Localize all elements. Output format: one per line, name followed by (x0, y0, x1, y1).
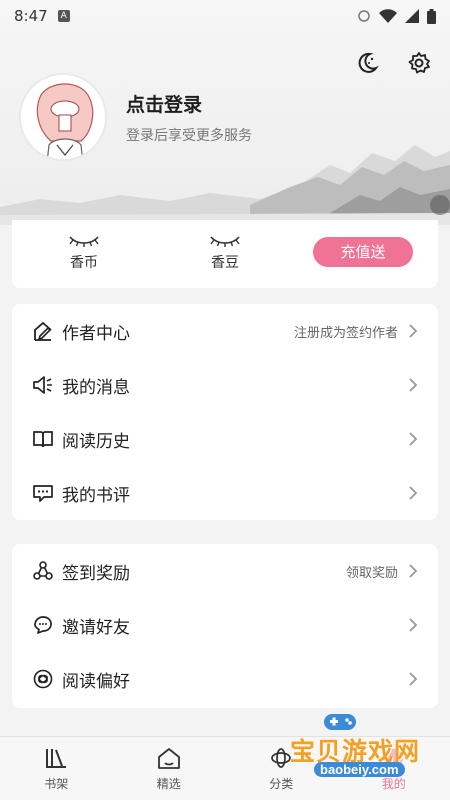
notification-app-icon: A (57, 10, 70, 22)
menu-item-reading-preference[interactable]: 阅读偏好 (12, 652, 438, 706)
closed-eye-icon (210, 236, 240, 247)
menu-label: 作者中心 (62, 323, 130, 344)
book-icon (32, 428, 54, 450)
nav-label: 书架 (44, 777, 69, 791)
settings-button[interactable] (406, 50, 432, 76)
nav-featured[interactable]: 精选 (113, 737, 226, 800)
nav-label: 精选 (156, 777, 181, 791)
chevron-right-icon (409, 378, 418, 392)
menu-item-reading-history[interactable]: 阅读历史 (12, 412, 438, 466)
category-icon (267, 745, 295, 771)
recharge-button[interactable]: 充值送 (313, 237, 413, 267)
bookshelf-icon (42, 745, 70, 771)
nav-label: 分类 (269, 777, 294, 791)
menu-card-secondary: 签到奖励 领取奖励 邀请好友 阅读偏好 (12, 544, 438, 708)
wifi-icon (379, 9, 397, 23)
nav-category[interactable]: 分类 (225, 737, 338, 800)
login-subtitle: 登录后享受更多服务 (126, 128, 252, 144)
menu-item-author-center[interactable]: 作者中心 注册成为签约作者 (12, 304, 438, 358)
bottom-navigation: 书架 精选 分类 我的 (0, 736, 450, 800)
chevron-right-icon (409, 564, 418, 578)
chevron-right-icon (409, 432, 418, 446)
coin-label: 香币 (70, 255, 98, 271)
closed-eye-icon (69, 236, 99, 247)
menu-item-my-reviews[interactable]: 我的书评 (12, 466, 438, 520)
status-bar: 8:47 A (0, 0, 450, 32)
bean-balance[interactable]: 香豆 (195, 234, 255, 272)
target-icon (32, 668, 54, 690)
chevron-right-icon (409, 324, 418, 338)
menu-label: 邀请好友 (62, 617, 130, 638)
menu-item-invite-friends[interactable]: 邀请好友 (12, 598, 438, 652)
home-icon (155, 745, 183, 771)
signal-dots-icon (358, 10, 370, 22)
speaker-icon (32, 374, 54, 396)
menu-label: 阅读偏好 (62, 671, 130, 692)
profile-header: 点击登录 登录后享受更多服务 (0, 0, 450, 225)
profile-icon (380, 745, 408, 771)
chat-bubbles-icon (32, 614, 54, 636)
gamepad-logo-icon (324, 714, 356, 730)
login-title[interactable]: 点击登录 (126, 90, 202, 117)
menu-label: 我的书评 (62, 485, 130, 506)
chevron-right-icon (409, 486, 418, 500)
bean-label: 香豆 (211, 255, 239, 271)
gear-icon (408, 52, 430, 74)
nav-label: 我的 (381, 777, 406, 791)
nodes-icon (32, 560, 54, 582)
currency-card: 香币 香豆 充值送 (12, 220, 438, 288)
menu-label: 我的消息 (62, 377, 130, 398)
nav-bookshelf[interactable]: 书架 (0, 737, 113, 800)
menu-card-primary: 作者中心 注册成为签约作者 我的消息 阅读历史 我的书评 (12, 304, 438, 520)
comment-icon (32, 482, 54, 504)
nav-mine[interactable]: 我的 (338, 737, 450, 800)
menu-item-checkin-reward[interactable]: 签到奖励 领取奖励 (12, 544, 438, 598)
night-mode-button[interactable] (354, 50, 380, 76)
menu-hint: 注册成为签约作者 (293, 325, 398, 341)
coin-balance[interactable]: 香币 (54, 234, 114, 272)
menu-item-my-messages[interactable]: 我的消息 (12, 358, 438, 412)
moon-stars-icon (358, 52, 379, 73)
battery-icon (427, 8, 436, 24)
status-time: 8:47 (14, 7, 48, 25)
chevron-right-icon (409, 672, 418, 686)
pen-house-icon (32, 320, 54, 342)
cell-signal-icon (405, 9, 419, 23)
avatar[interactable] (19, 73, 107, 161)
menu-label: 阅读历史 (62, 431, 130, 452)
cartoon-avatar-image (21, 75, 105, 159)
chevron-right-icon (409, 618, 418, 632)
menu-label: 签到奖励 (62, 563, 130, 584)
menu-hint: 领取奖励 (345, 565, 398, 581)
